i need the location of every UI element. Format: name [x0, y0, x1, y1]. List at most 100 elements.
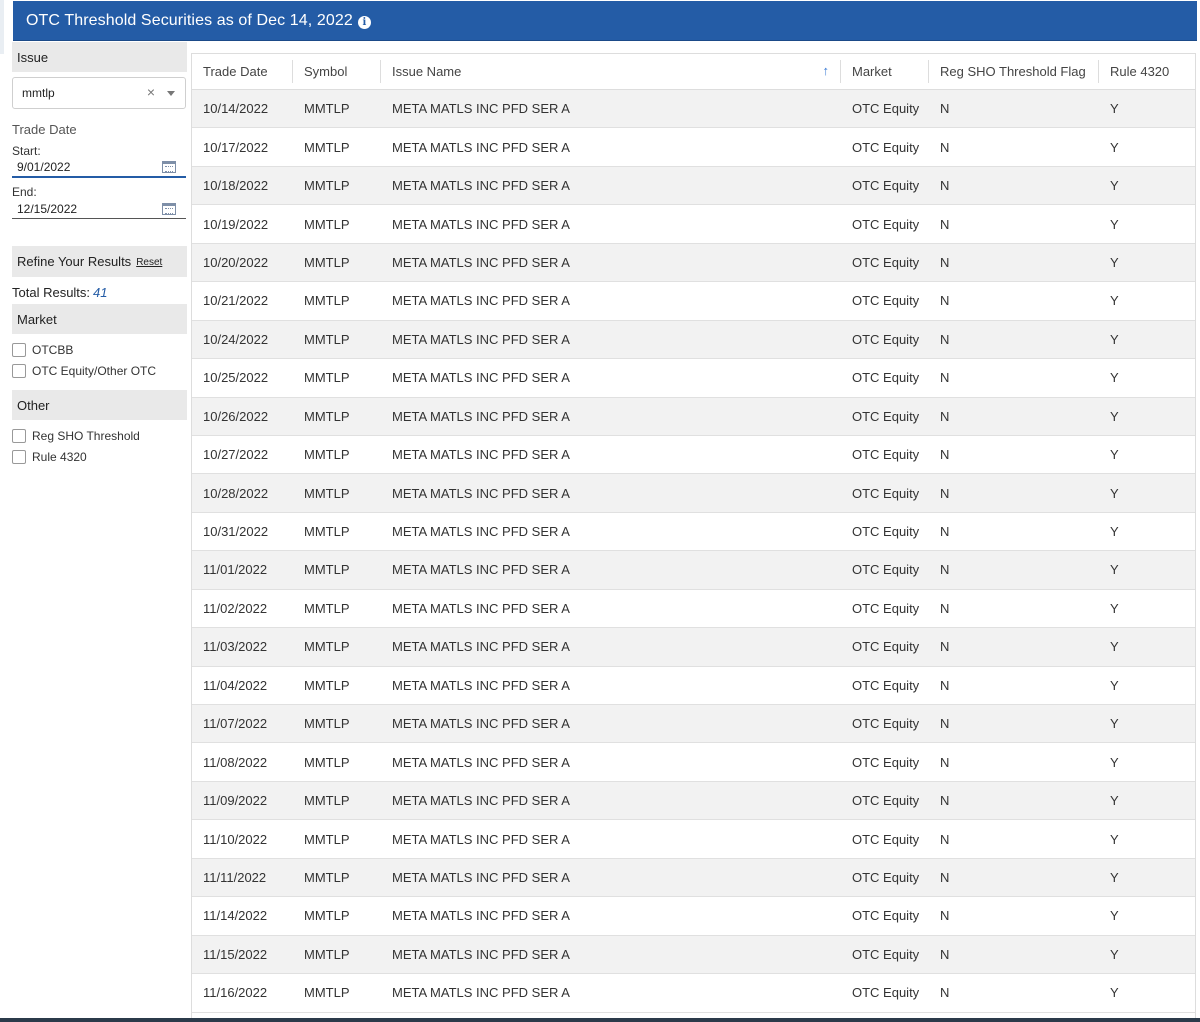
issue-name-cell: META MATLS INC PFD SER A — [392, 101, 570, 117]
issue-name-cell: META MATLS INC PFD SER A — [392, 754, 570, 770]
issue-name-cell: META MATLS INC PFD SER A — [392, 293, 570, 309]
start-date-field[interactable]: 9/01/2022 — [12, 158, 186, 178]
rule-4320-cell: Y — [1110, 139, 1119, 155]
reg-sho-flag-cell: N — [940, 562, 950, 578]
trade-date-cell: 10/17/2022 — [203, 139, 269, 155]
other-option-reg-sho[interactable]: Reg SHO Threshold — [12, 425, 187, 446]
trade-date-cell: 11/02/2022 — [203, 600, 268, 616]
refine-header: Refine Your Results Reset — [12, 246, 187, 277]
checkbox[interactable] — [12, 342, 26, 357]
market-cell: OTC Equity — [852, 869, 920, 885]
symbol-cell: MMTLP — [304, 754, 350, 770]
market-cell: OTC Equity — [852, 562, 920, 578]
reg-sho-flag-cell: N — [940, 447, 950, 463]
reg-sho-flag-cell: N — [940, 639, 950, 655]
trade-date-cell: 11/14/2022 — [203, 908, 268, 924]
clear-icon[interactable]: × — [147, 84, 155, 100]
trade-date-label: Trade Date — [12, 122, 77, 137]
market-option-otc-equity[interactable]: OTC Equity/Other OTC — [12, 360, 187, 381]
symbol-cell: MMTLP — [304, 370, 350, 386]
rule-4320-cell: Y — [1110, 293, 1119, 309]
issue-name-cell: META MATLS INC PFD SER A — [392, 793, 570, 809]
market-cell: OTC Equity — [852, 677, 920, 693]
reg-sho-flag-cell: N — [940, 408, 950, 424]
symbol-cell: MMTLP — [304, 985, 350, 1001]
info-icon[interactable]: i — [357, 15, 371, 29]
other-option-rule-4320[interactable]: Rule 4320 — [12, 446, 187, 467]
option-label: OTCBB — [32, 342, 74, 357]
issue-name-cell: META MATLS INC PFD SER A — [392, 447, 570, 463]
symbol-cell: MMTLP — [304, 293, 350, 309]
reset-link[interactable]: Reset — [136, 257, 162, 268]
column-header-issue-name[interactable]: Issue Name ↑ — [381, 54, 841, 89]
calendar-icon[interactable] — [162, 161, 176, 173]
sort-ascending-icon[interactable]: ↑ — [823, 63, 830, 78]
table-header: Trade Date Symbol Issue Name ↑ Market Reg… — [192, 54, 1195, 90]
column-header-market[interactable]: Market — [841, 54, 929, 89]
checkbox[interactable] — [12, 449, 26, 464]
reg-sho-flag-cell: N — [940, 677, 950, 693]
rule-4320-cell: Y — [1110, 831, 1119, 847]
market-cell: OTC Equity — [852, 485, 920, 501]
trade-date-cell: 11/15/2022 — [203, 946, 268, 962]
reg-sho-flag-cell: N — [940, 293, 950, 309]
column-label: Trade Date — [203, 64, 268, 79]
issue-name-cell: META MATLS INC PFD SER A — [392, 524, 570, 540]
chevron-down-icon[interactable] — [167, 91, 175, 96]
symbol-cell: MMTLP — [304, 447, 350, 463]
table-row: 11/10/2022 MMTLP META MATLS INC PFD SER A O… — [192, 820, 1195, 859]
issue-name-cell: META MATLS INC PFD SER A — [392, 408, 570, 424]
reg-sho-flag-cell: N — [940, 600, 950, 616]
issue-name-cell: META MATLS INC PFD SER A — [392, 485, 570, 501]
issue-name-cell: META MATLS INC PFD SER A — [392, 600, 570, 616]
column-header-rule-4320[interactable]: Rule 4320 — [1099, 54, 1195, 89]
calendar-icon[interactable] — [162, 203, 176, 215]
reg-sho-flag-cell: N — [940, 946, 950, 962]
table-row: 10/24/2022 MMTLP META MATLS INC PFD SER A O… — [192, 320, 1195, 360]
rule-4320-cell: Y — [1110, 639, 1119, 655]
checkbox[interactable] — [12, 428, 26, 443]
table-row: 11/02/2022 MMTLP META MATLS INC PFD SER A O… — [192, 589, 1195, 629]
rule-4320-cell: Y — [1110, 101, 1119, 117]
trade-date-cell: 10/14/2022 — [203, 101, 269, 117]
refine-label: Refine Your Results — [17, 254, 132, 269]
total-results: Total Results: 41 — [12, 285, 187, 300]
trade-date-cell: 10/26/2022 — [203, 408, 269, 424]
issue-name-cell: META MATLS INC PFD SER A — [392, 139, 570, 155]
checkbox[interactable] — [12, 363, 26, 378]
issue-name-cell: META MATLS INC PFD SER A — [392, 254, 570, 270]
market-cell: OTC Equity — [852, 101, 920, 117]
symbol-cell: MMTLP — [304, 408, 350, 424]
rule-4320-cell: Y — [1110, 716, 1119, 732]
trade-date-cell: 11/01/2022 — [203, 562, 268, 578]
symbol-cell: MMTLP — [304, 869, 350, 885]
rule-4320-cell: Y — [1110, 254, 1119, 270]
issue-name-cell: META MATLS INC PFD SER A — [392, 716, 570, 732]
market-option-otcbb[interactable]: OTCBB — [12, 339, 187, 360]
trade-date-cell: 10/21/2022 — [203, 293, 269, 309]
bottom-strip — [0, 1018, 1200, 1022]
end-date-field[interactable]: 12/15/2022 — [12, 199, 186, 219]
symbol-cell: MMTLP — [304, 908, 350, 924]
column-header-reg-sho-flag[interactable]: Reg SHO Threshold Flag — [929, 54, 1099, 89]
trade-date-cell: 11/09/2022 — [203, 793, 268, 809]
option-label: Rule 4320 — [32, 449, 87, 464]
issue-name-cell: META MATLS INC PFD SER A — [392, 216, 570, 232]
trade-date-cell: 10/25/2022 — [203, 370, 269, 386]
symbol-cell: MMTLP — [304, 254, 350, 270]
column-header-trade-date[interactable]: Trade Date — [192, 54, 293, 89]
trade-date-cell: 11/03/2022 — [203, 639, 268, 655]
symbol-cell: MMTLP — [304, 716, 350, 732]
table-row: 10/27/2022 MMTLP META MATLS INC PFD SER A O… — [192, 435, 1195, 475]
table-row: 11/07/2022 MMTLP META MATLS INC PFD SER A O… — [192, 705, 1195, 744]
symbol-cell: MMTLP — [304, 562, 350, 578]
issue-name-cell: META MATLS INC PFD SER A — [392, 639, 570, 655]
rule-4320-cell: Y — [1110, 985, 1119, 1001]
issue-select[interactable]: mmtlp × — [12, 77, 186, 109]
market-cell: OTC Equity — [852, 716, 920, 732]
issue-name-cell: META MATLS INC PFD SER A — [392, 908, 570, 924]
column-header-symbol[interactable]: Symbol — [293, 54, 381, 89]
table-row: 10/17/2022 MMTLP META MATLS INC PFD SER A O… — [192, 128, 1195, 167]
table-row: 11/01/2022 MMTLP META MATLS INC PFD SER A O… — [192, 551, 1195, 590]
reg-sho-flag-cell: N — [940, 101, 950, 117]
